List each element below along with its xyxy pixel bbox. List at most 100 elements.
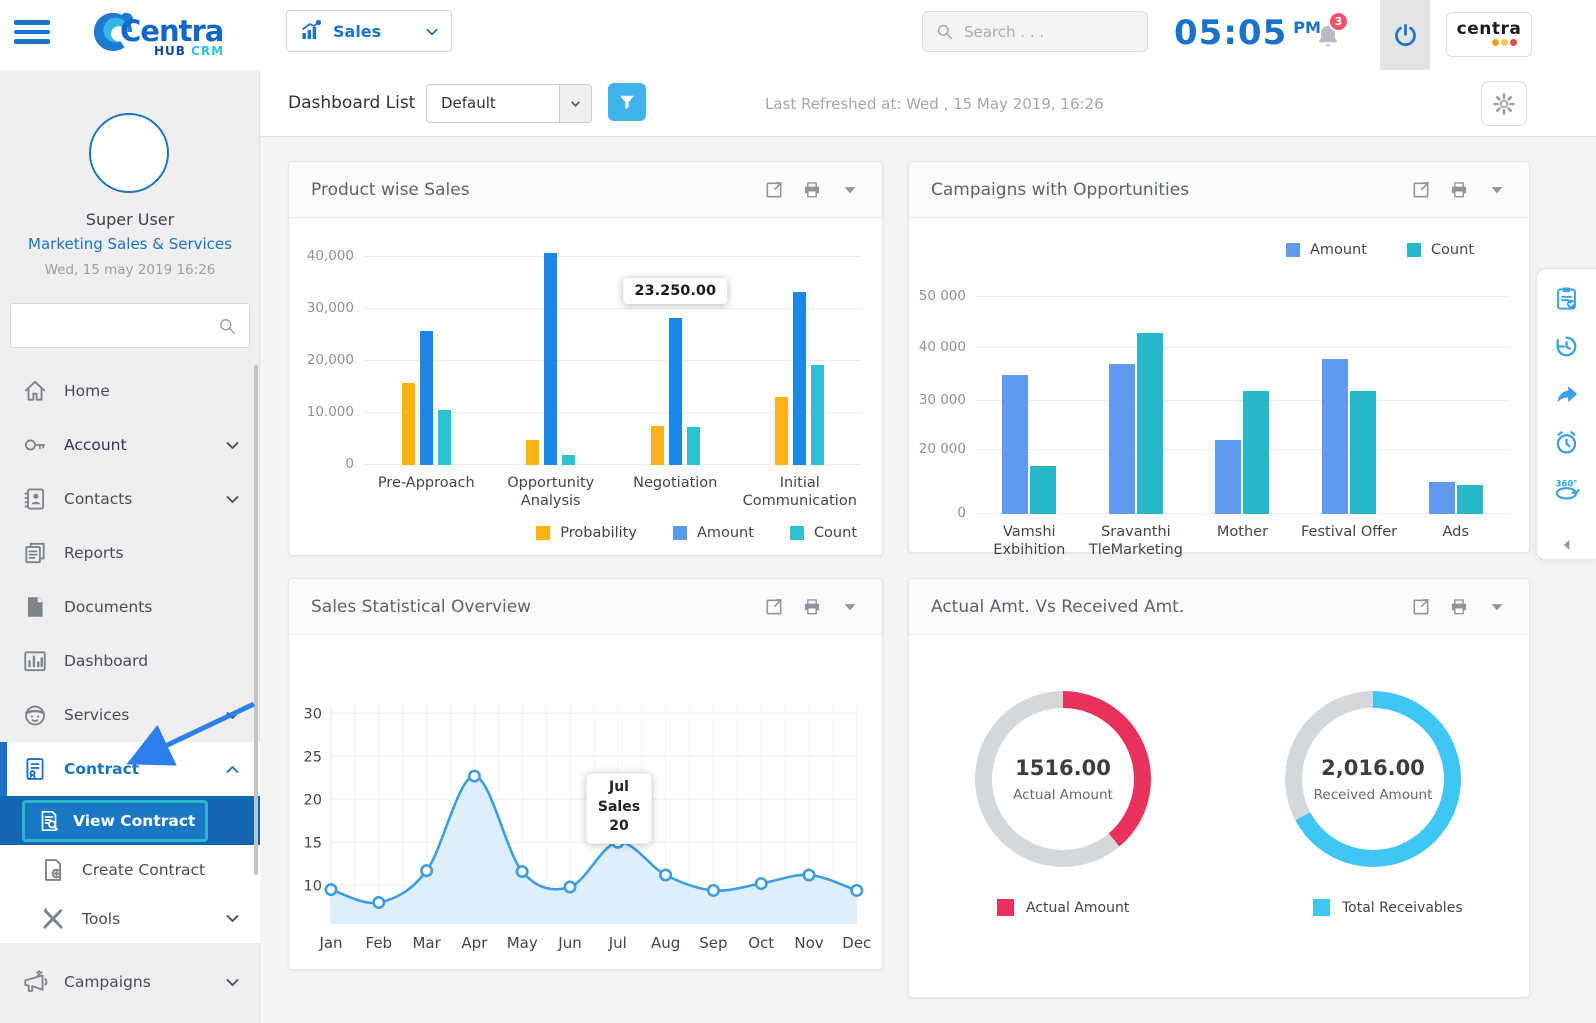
bar-group-sravanthi-tlemarketing: Sravanthi TleMarketing <box>1109 297 1163 514</box>
bar-count-vamshi-exbihition[interactable] <box>1030 466 1056 514</box>
data-point-Feb[interactable] <box>374 897 384 907</box>
legend-label: Amount <box>697 525 754 541</box>
sidebar-item-tools[interactable]: Tools <box>0 894 260 943</box>
svg-text:Jul: Jul <box>608 934 627 952</box>
print-icon[interactable] <box>1449 597 1469 617</box>
y-axis-tick-label: 0 <box>914 505 966 521</box>
print-icon[interactable] <box>802 597 822 617</box>
bar-count-festival-offer[interactable] <box>1350 391 1376 514</box>
bar-amount-mother[interactable] <box>1215 440 1241 514</box>
sidebar-item-contacts[interactable]: Contacts <box>0 472 260 526</box>
data-point-Jun[interactable] <box>565 882 575 892</box>
legend-item-actual-amount: Actual Amount <box>997 899 1129 916</box>
bar-amount-pre-approach[interactable] <box>420 331 433 465</box>
avatar[interactable] <box>89 113 169 193</box>
bar-group-initial-communication: Initial Communication <box>775 257 824 465</box>
collapse-caret-icon[interactable] <box>840 180 860 200</box>
dashboard-settings-button[interactable] <box>1481 81 1527 126</box>
donut-actual-amount[interactable]: 1516.00 Actual Amount <box>975 691 1151 867</box>
bar-amount-sravanthi-tlemarketing[interactable] <box>1109 364 1135 514</box>
bar-groups: Pre-ApproachOpportunity AnalysisNegotiat… <box>364 257 862 465</box>
sidebar-item-campaigns[interactable]: Campaigns <box>0 955 260 1009</box>
collapse-caret-icon[interactable] <box>1487 180 1507 200</box>
share-icon[interactable] <box>1553 381 1580 408</box>
sidebar-item-label: Contract <box>64 760 225 778</box>
sidebar-item-documents[interactable]: Documents <box>0 580 260 634</box>
notification-bell-button[interactable]: 3 <box>1312 17 1352 57</box>
sidebar-item-account[interactable]: Account <box>0 418 260 472</box>
legend-swatch <box>673 526 687 540</box>
bar-amount-ads[interactable] <box>1429 482 1455 514</box>
y-axis-tick-label: 20,000 <box>302 352 354 368</box>
bar-amount-opportunity-analysis[interactable] <box>544 253 557 465</box>
data-point-Oct[interactable] <box>756 878 766 888</box>
sidebar-item-label: Dashboard <box>64 652 240 670</box>
module-selector[interactable]: Sales <box>286 10 452 52</box>
user-datetime: Wed, 15 may 2019 16:26 <box>0 262 260 278</box>
sidebar-item-dashboard[interactable]: Dashboard <box>0 634 260 688</box>
bar-probability-negotiation[interactable] <box>651 426 664 465</box>
collapse-caret-icon[interactable] <box>1487 597 1507 617</box>
legend-label: Count <box>1431 242 1474 258</box>
alarm-icon[interactable] <box>1553 429 1580 456</box>
bar-amount-vamshi-exbihition[interactable] <box>1002 375 1028 514</box>
bar-count-opportunity-analysis[interactable] <box>562 455 575 465</box>
sidebar-scrollbar[interactable] <box>254 365 258 875</box>
bar-amount-festival-offer[interactable] <box>1322 359 1348 514</box>
sidebar-item-create-contract[interactable]: Create Contract <box>0 845 260 894</box>
sidebar-menu: HomeAccountContactsReportsDocuments Dashb… <box>0 364 260 1009</box>
logout-power-button[interactable] <box>1380 0 1430 70</box>
sidebar-item-view-contract[interactable]: View Contract <box>0 796 260 845</box>
bar-amount-negotiation[interactable] <box>669 318 682 465</box>
data-point-Apr[interactable] <box>469 771 479 781</box>
print-icon[interactable] <box>1449 180 1469 200</box>
gear-icon <box>1492 92 1516 116</box>
sidebar-item-home[interactable]: Home <box>0 364 260 418</box>
data-point-Jan[interactable] <box>326 884 336 894</box>
open-in-new-icon[interactable] <box>1411 597 1431 617</box>
bar-probability-pre-approach[interactable] <box>402 383 415 465</box>
rotate-360-icon[interactable]: 360° <box>1553 477 1580 504</box>
data-point-Aug[interactable] <box>660 870 670 880</box>
bar-amount-initial-communication[interactable] <box>793 292 806 465</box>
legend-item-amount: Amount <box>1286 242 1367 258</box>
svg-text:Apr: Apr <box>461 934 488 952</box>
bar-count-pre-approach[interactable] <box>438 410 451 465</box>
bar-count-sravanthi-tlemarketing[interactable] <box>1137 333 1163 514</box>
history-icon[interactable] <box>1553 333 1580 360</box>
legend-label: Count <box>814 525 857 541</box>
bar-count-initial-communication[interactable] <box>811 365 824 465</box>
data-point-Nov[interactable] <box>804 870 814 880</box>
dashboard-view-select[interactable]: Default <box>426 84 592 123</box>
svg-text:Sep: Sep <box>699 934 727 952</box>
clock-time: 05:05 <box>1174 13 1287 53</box>
data-point-Dec[interactable] <box>852 885 862 895</box>
dashboard-list-header: Dashboard List Default Last Refreshed at… <box>260 70 1596 137</box>
data-point-Mar[interactable] <box>421 865 431 875</box>
sidebar-item-services[interactable]: Services <box>0 688 260 742</box>
open-in-new-icon[interactable] <box>764 180 784 200</box>
print-icon[interactable] <box>802 180 822 200</box>
sidebar-item-reports[interactable]: Reports <box>0 526 260 580</box>
sidebar-item-contract[interactable]: Contract <box>0 742 260 796</box>
open-in-new-icon[interactable] <box>764 597 784 617</box>
data-point-May[interactable] <box>517 866 527 876</box>
sidebar-search-input[interactable] <box>11 318 217 334</box>
chevron-down-icon <box>225 438 240 453</box>
hamburger-menu-button[interactable] <box>14 20 50 50</box>
global-search-input[interactable] <box>964 23 1124 41</box>
donut-received-amount[interactable]: 2,016.00 Received Amount <box>1285 691 1461 867</box>
bar-count-ads[interactable] <box>1457 485 1483 514</box>
collapse-caret-icon[interactable] <box>840 597 860 617</box>
y-axis-tick-label: 40,000 <box>302 248 354 264</box>
open-in-new-icon[interactable] <box>1411 180 1431 200</box>
card-title: Product wise Sales <box>311 180 764 200</box>
bar-probability-opportunity-analysis[interactable] <box>526 440 539 465</box>
bar-probability-initial-communication[interactable] <box>775 397 788 465</box>
collapse-left-icon[interactable] <box>1559 537 1575 553</box>
filter-button[interactable] <box>608 83 646 121</box>
data-point-Sep[interactable] <box>708 885 718 895</box>
clipboard-check-icon[interactable] <box>1553 285 1580 312</box>
bar-count-mother[interactable] <box>1243 391 1269 514</box>
bar-count-negotiation[interactable] <box>687 427 700 465</box>
